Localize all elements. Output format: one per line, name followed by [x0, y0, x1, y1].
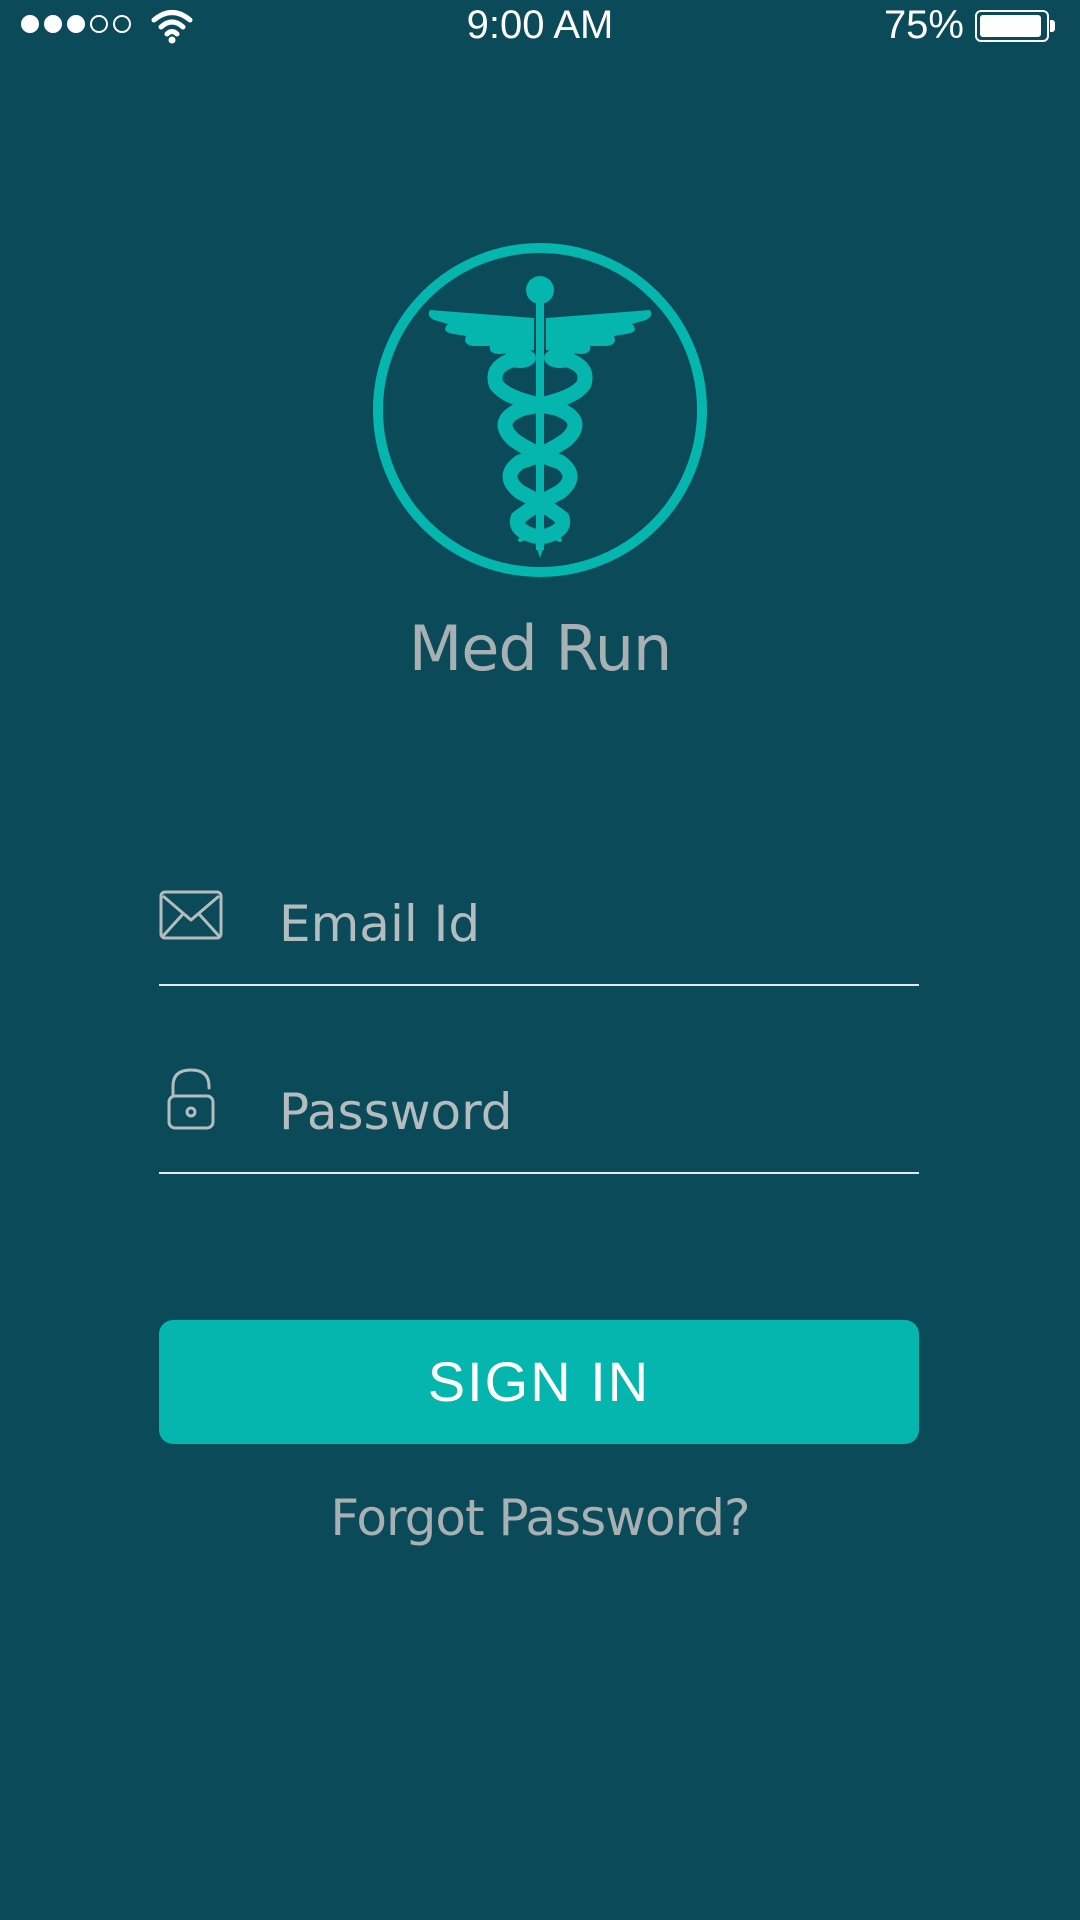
battery-icon: [975, 10, 1049, 42]
app-name: Med Run: [408, 612, 673, 685]
lock-icon: [167, 1068, 215, 1130]
battery-percentage: 75%: [883, 3, 964, 47]
caduceus-icon: [373, 243, 707, 577]
password-field-row: [159, 1062, 919, 1174]
email-field-row: [159, 874, 919, 986]
battery-tip: [1050, 20, 1055, 32]
battery-level-fill: [980, 15, 1041, 37]
forgot-password-link[interactable]: Forgot Password?: [0, 1486, 1080, 1550]
mail-icon: [159, 890, 223, 940]
email-input[interactable]: [279, 874, 899, 974]
password-input[interactable]: [279, 1062, 899, 1162]
sign-in-button[interactable]: SIGN IN: [159, 1320, 919, 1444]
status-bar: 9:00 AM 75%: [0, 0, 1080, 54]
